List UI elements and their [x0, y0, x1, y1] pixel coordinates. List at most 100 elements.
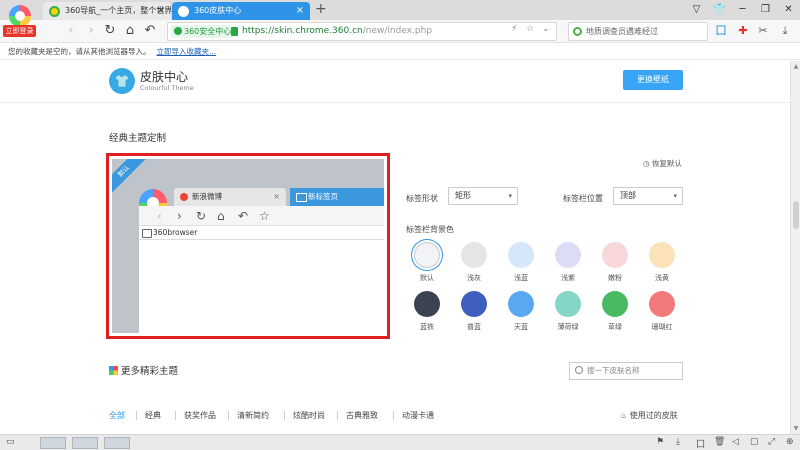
tab-position-label: 标签栏位置: [563, 194, 603, 203]
preview-canvas: 默认 新浪微博 × 新标签页 ‹ › ↻ ⌂ ↶ ☆ 360browser: [112, 159, 384, 333]
lock-icon: [231, 27, 238, 36]
close-icon[interactable]: ×: [296, 2, 304, 20]
scroll-down-icon[interactable]: ▼: [791, 425, 800, 432]
page-content: 👕 皮肤中心 Colourful Theme 更换壁纸 经典主题定制 ◷ 恢复默…: [0, 61, 790, 434]
address-bar[interactable]: 360安全中心 https://skin.chrome.360.cn/new/i…: [167, 22, 557, 41]
url-text[interactable]: https://skin.chrome.360.cn/new/index.php: [242, 23, 432, 40]
close-window-icon[interactable]: ✕: [777, 0, 800, 20]
scroll-thumb[interactable]: [793, 201, 799, 229]
category-tab[interactable]: 全部: [109, 410, 125, 421]
tab-360-nav[interactable]: 360导航_一个主页，整个世界 ×: [43, 2, 172, 20]
tab-shape-value: 矩形: [455, 191, 471, 200]
tab-skin-center[interactable]: 360皮肤中心 ×: [172, 2, 310, 20]
translate-icon[interactable]: 囗: [713, 23, 729, 39]
color-swatch[interactable]: [414, 242, 440, 268]
tab-shape-select[interactable]: 矩形 ▾: [448, 187, 518, 205]
color-swatch[interactable]: [602, 242, 628, 268]
color-swatch[interactable]: [508, 242, 534, 268]
close-icon[interactable]: ×: [157, 2, 165, 20]
taskbar-thumb[interactable]: [104, 437, 130, 449]
taskbar-thumb[interactable]: [72, 437, 98, 449]
category-divider: [175, 411, 176, 420]
maximize-icon[interactable]: ❐: [754, 0, 777, 20]
preview-toolbar: ‹ › ↻ ⌂ ↶ ☆: [139, 206, 384, 226]
category-tab[interactable]: 古典雅致: [346, 410, 378, 421]
search-input[interactable]: 地质调查员遇难经过: [586, 23, 658, 40]
used-skins-link[interactable]: ♨ 使用过的皮肤: [620, 410, 678, 421]
swatch-label: 浅黄: [655, 274, 669, 282]
color-swatch[interactable]: [649, 291, 675, 317]
swatch-label: 天蓝: [514, 323, 528, 331]
restore-icon: ◷: [643, 159, 652, 168]
swatch-label: 草绿: [608, 323, 622, 331]
category-tab[interactable]: 动漫卡通: [402, 410, 434, 421]
color-swatch[interactable]: [461, 242, 487, 268]
undo-close-icon[interactable]: ↶: [141, 22, 159, 40]
preview-content: [139, 240, 384, 333]
theme-search-box[interactable]: 搜一下皮肤名称: [569, 362, 683, 380]
restore-default-button[interactable]: ◷ 恢复默认: [643, 158, 682, 169]
dropdown-icon[interactable]: ⌄: [542, 24, 550, 34]
start-icon[interactable]: ▭: [6, 437, 15, 447]
category-divider: [284, 411, 285, 420]
category-tab[interactable]: 清新简约: [237, 410, 269, 421]
tab-menu-icon[interactable]: ▽: [685, 0, 708, 20]
volume-icon[interactable]: ◁: [732, 437, 739, 447]
swatch-label: 默认: [420, 274, 434, 282]
import-bookmarks-link[interactable]: 立即导入收藏夹...: [157, 47, 217, 56]
skin-icon[interactable]: 👕: [708, 0, 731, 20]
refresh-icon[interactable]: ↻: [101, 22, 119, 40]
download-icon[interactable]: ⤓: [676, 437, 680, 447]
status-bar: ▭ ⚑ ⤓ 囗 🗑 ◁ ▢ ⤢ ⊕: [0, 434, 800, 450]
tab-position-select[interactable]: 顶部 ▾: [613, 187, 683, 205]
color-swatch[interactable]: [414, 291, 440, 317]
search-box[interactable]: 地质调查员遇难经过: [568, 22, 708, 41]
scrollbar[interactable]: ▲ ▼: [790, 61, 800, 434]
theme-search-input[interactable]: 搜一下皮肤名称: [587, 363, 640, 379]
classic-section-title: 经典主题定制: [109, 133, 167, 144]
color-swatch[interactable]: [555, 242, 581, 268]
color-swatch[interactable]: [461, 291, 487, 317]
category-tab[interactable]: 炫酷时尚: [293, 410, 325, 421]
security-badge[interactable]: 360安全中心: [171, 25, 235, 38]
color-swatch[interactable]: [555, 291, 581, 317]
forward-icon[interactable]: ›: [82, 22, 100, 40]
game-icon[interactable]: ✚: [735, 23, 751, 39]
speedup-icon[interactable]: ⚑: [656, 437, 664, 447]
category-tab[interactable]: 获奖作品: [184, 410, 216, 421]
home-icon[interactable]: ⌂: [121, 22, 139, 40]
browser-logo-icon[interactable]: [9, 5, 31, 27]
change-wallpaper-button[interactable]: 更换壁纸: [623, 70, 683, 90]
lightning-icon[interactable]: ⚡: [511, 24, 517, 34]
search-icon: [575, 366, 583, 374]
expand-icon[interactable]: ⤢: [768, 437, 775, 447]
trash-icon[interactable]: 🗑: [714, 437, 725, 447]
taskbar-thumb[interactable]: [40, 437, 66, 449]
new-tab-button[interactable]: +: [315, 1, 327, 17]
scissors-icon[interactable]: ✂: [755, 23, 771, 39]
back-icon: ‹: [157, 209, 162, 223]
back-icon[interactable]: ‹: [62, 22, 80, 40]
preview-bookmark: 360browser: [139, 226, 384, 240]
login-badge[interactable]: 立即登录: [3, 25, 36, 37]
bookmark-star-icon[interactable]: ☆: [526, 24, 534, 34]
url-path: /new/index.php: [362, 26, 433, 36]
scroll-up-icon[interactable]: ▲: [791, 63, 800, 70]
minimize-icon[interactable]: ─: [731, 0, 754, 20]
restore-label: 恢复默认: [651, 159, 682, 168]
translate-icon[interactable]: 囗: [696, 437, 705, 450]
zoom-icon[interactable]: ⊕: [786, 437, 794, 447]
category-divider: [337, 411, 338, 420]
category-tab[interactable]: 经典: [145, 410, 161, 421]
home-icon: ⌂: [217, 209, 225, 223]
forward-icon: ›: [177, 209, 182, 223]
color-swatch[interactable]: [602, 291, 628, 317]
grid-icon: [109, 366, 118, 375]
color-swatch[interactable]: [649, 242, 675, 268]
download-icon[interactable]: ⤓: [777, 23, 793, 39]
category-divider: [393, 411, 394, 420]
window-icon[interactable]: ▢: [750, 437, 759, 447]
window-controls: ▽ 👕 ─ ❐ ✕: [685, 0, 800, 20]
color-swatch[interactable]: [508, 291, 534, 317]
skin-header: 👕 皮肤中心 Colourful Theme 更换壁纸: [0, 61, 790, 103]
